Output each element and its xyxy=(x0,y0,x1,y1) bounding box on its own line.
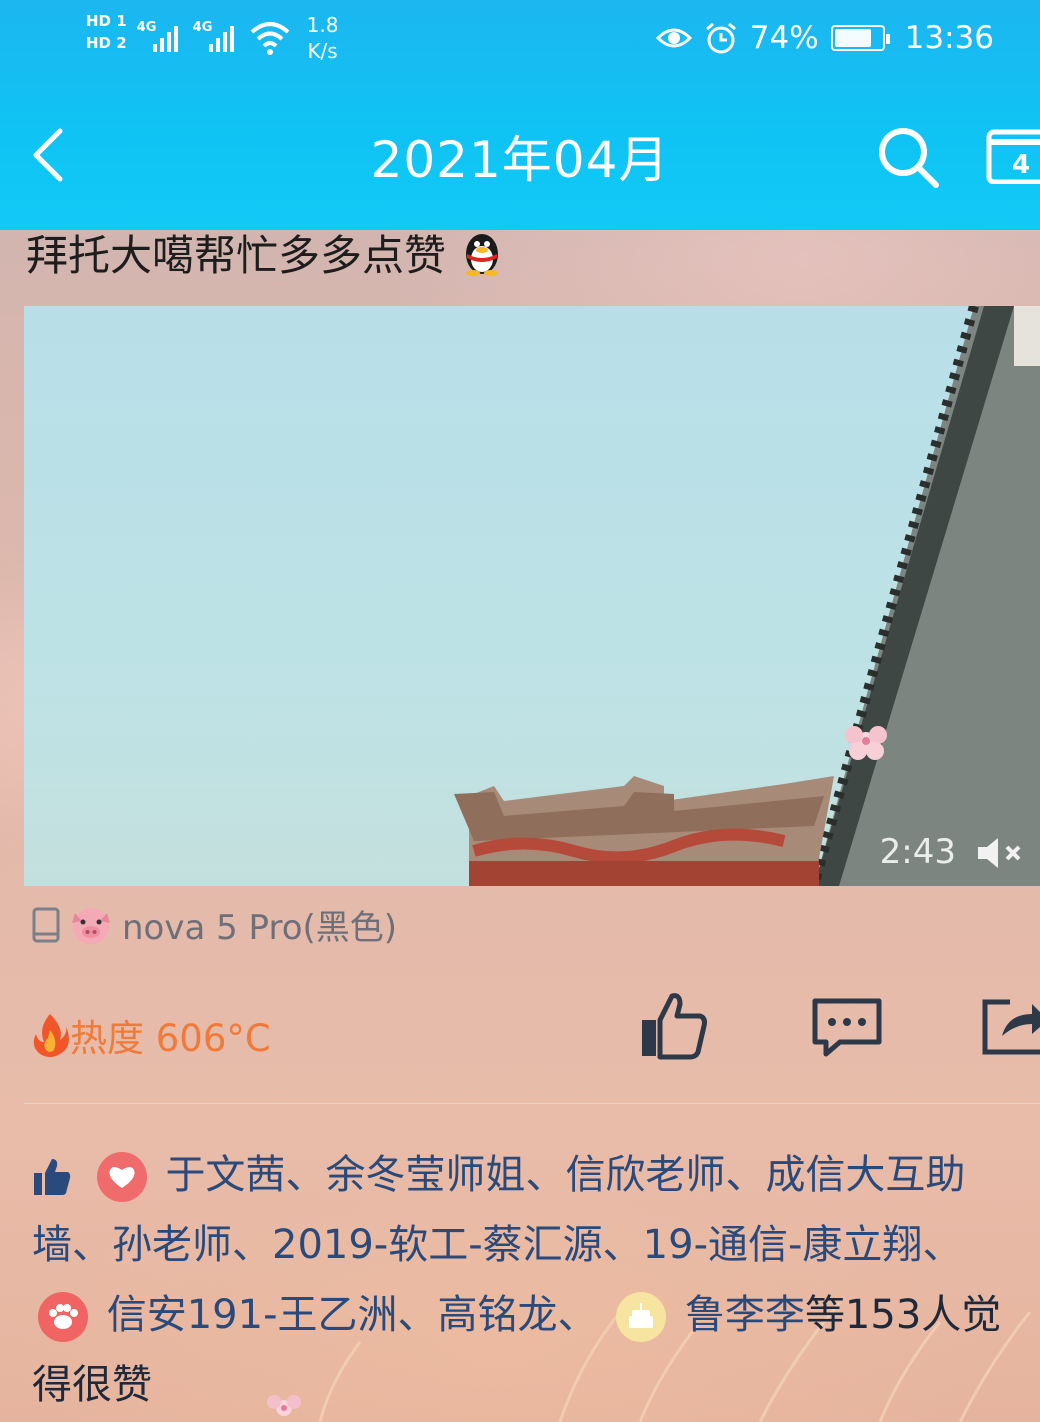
speed-value: 1.8 xyxy=(306,13,339,37)
heart-badge-icon xyxy=(96,1152,147,1202)
liker-name[interactable]: 19-通信-康立翔 xyxy=(643,1222,923,1268)
flower-decoration xyxy=(267,1395,301,1416)
divider xyxy=(24,1103,1040,1104)
liker-name[interactable]: 孙老师 xyxy=(112,1222,232,1268)
wifi-icon xyxy=(250,22,289,55)
top-bar: HD 1 HD 2 4G 4G 1.8 K/s 74% 13:36 2021年0… xyxy=(0,0,1040,230)
alarm-icon xyxy=(705,22,736,54)
liker-name[interactable]: 2019-软工-蔡汇源 xyxy=(272,1222,603,1268)
pig-icon xyxy=(72,907,110,944)
flame-icon xyxy=(33,1014,69,1057)
sim2-label: HD 2 xyxy=(86,34,127,52)
clock: 13:36 xyxy=(904,20,994,56)
signal-icon: 4G xyxy=(137,12,183,54)
liker-name[interactable]: 信欣老师 xyxy=(565,1152,725,1198)
calendar-day: 4 xyxy=(1012,150,1030,180)
like-button[interactable] xyxy=(636,990,710,1062)
heat-indicator: 热度 606°C xyxy=(30,1008,271,1062)
calendar-icon[interactable]: 4 xyxy=(986,126,1040,184)
cake-badge-icon xyxy=(616,1292,667,1342)
liker-name[interactable]: 鲁李李 xyxy=(685,1292,805,1338)
sim1-label: HD 1 xyxy=(86,12,127,30)
network-speed: 1.8 K/s xyxy=(307,12,339,64)
video-frame xyxy=(454,306,1040,886)
eye-icon xyxy=(655,28,692,48)
status-bar: HD 1 HD 2 4G 4G 1.8 K/s 74% 13:36 xyxy=(0,0,1040,80)
heat-label: 热度 606°C xyxy=(70,1017,271,1060)
liker-name[interactable]: 高铭龙 xyxy=(438,1292,558,1338)
post-text: 拜托大噶帮忙多多点赞 xyxy=(26,231,447,280)
qq-penguin-icon xyxy=(466,234,499,276)
mute-icon[interactable] xyxy=(974,834,1026,872)
battery-percent: 74% xyxy=(749,20,819,56)
battery-icon xyxy=(830,25,890,51)
phone-icon xyxy=(32,907,60,942)
liker-name[interactable]: 于文茜 xyxy=(165,1152,285,1198)
likes-list: 于文茜、余冬莹师姐、信欣老师、成信大互助墙、孙老师、2019-软工-蔡汇源、19… xyxy=(32,1152,1002,1408)
share-button[interactable] xyxy=(980,994,1040,1056)
comment-button[interactable] xyxy=(810,996,884,1060)
thumbs-up-icon xyxy=(34,1159,71,1195)
signal-icon-2: 4G xyxy=(193,12,239,54)
search-icon[interactable] xyxy=(876,125,940,189)
video-player[interactable]: 2:43 xyxy=(24,306,1040,886)
device-name: nova 5 Pro(黑色) xyxy=(122,908,398,948)
sim-indicators: HD 1 HD 2 xyxy=(86,12,127,52)
liker-name[interactable]: 信安191-王乙洲 xyxy=(107,1292,398,1338)
device-info: nova 5 Pro(黑色) xyxy=(32,900,397,949)
nav-bar: 2021年04月 4 xyxy=(0,80,1040,230)
post-content: 拜托大噶帮忙多多点赞 xyxy=(26,222,505,283)
paw-badge-icon xyxy=(38,1292,88,1342)
liker-name[interactable]: 余冬莹师姐 xyxy=(325,1152,525,1198)
video-duration: 2:43 xyxy=(879,832,956,872)
speed-unit: K/s xyxy=(307,39,338,63)
